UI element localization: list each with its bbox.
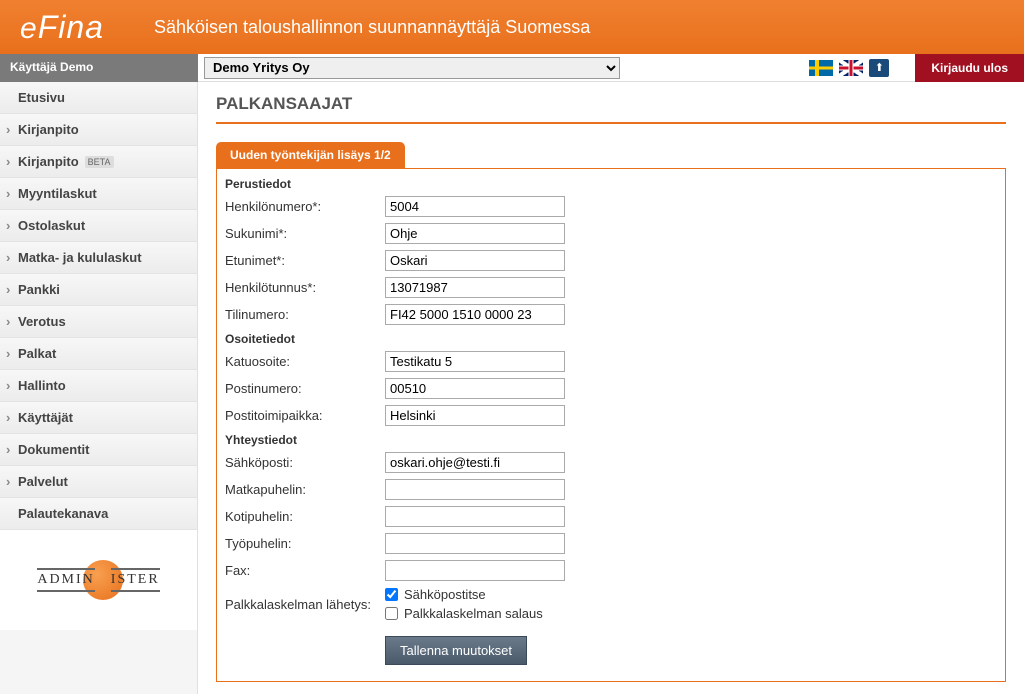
sidebar-item-label: Kirjanpito [18, 154, 79, 169]
sidebar-item-13[interactable]: Palautekanava [0, 498, 197, 530]
user-info: Käyttäjä Demo [0, 54, 198, 82]
input-katuosoite[interactable] [385, 351, 565, 372]
sidebar-item-11[interactable]: Dokumentit [0, 434, 197, 466]
checkbox-salaus[interactable] [385, 607, 398, 620]
sidebar-item-1[interactable]: Kirjanpito [0, 114, 197, 146]
checkbox-salaus-label[interactable]: Palkkalaskelman salaus [385, 606, 543, 621]
input-fax[interactable] [385, 560, 565, 581]
sidebar-item-8[interactable]: Palkat [0, 338, 197, 370]
sidebar-item-2[interactable]: Kirjanpito BETA [0, 146, 197, 178]
label-katuosoite: Katuosoite: [225, 354, 385, 369]
sidebar-item-label: Pankki [18, 282, 60, 297]
label-postinumero: Postinumero: [225, 381, 385, 396]
sidebar-item-12[interactable]: Palvelut [0, 466, 197, 498]
section-osoitetiedot: Osoitetiedot [225, 328, 997, 348]
topbar: Käyttäjä Demo Demo Yritys Oy ⬆ Kirjaudu … [0, 54, 1024, 82]
sidebar-item-4[interactable]: Ostolaskut [0, 210, 197, 242]
label-tilinumero: Tilinumero: [225, 307, 385, 322]
page-title: PALKANSAAJAT [216, 94, 1006, 124]
sidebar-item-label: Palkat [18, 346, 56, 361]
tab-add-employee[interactable]: Uuden työntekijän lisäys 1/2 [216, 142, 405, 168]
input-sahkoposti[interactable] [385, 452, 565, 473]
label-palkkalaskelman: Palkkalaskelman lähetys: [225, 597, 385, 612]
label-henkilonumero: Henkilönumero*: [225, 199, 385, 214]
flag-uk-icon[interactable] [839, 60, 863, 76]
form-panel: Perustiedot Henkilönumero*: Sukunimi*: E… [216, 168, 1006, 682]
sidebar-item-label: Hallinto [18, 378, 66, 393]
input-henkilotunnus[interactable] [385, 277, 565, 298]
sidebar-item-label: Käyttäjät [18, 410, 73, 425]
label-tyopuhelin: Työpuhelin: [225, 536, 385, 551]
sidebar-footer: ADMIN ISTER [0, 530, 197, 630]
input-tilinumero[interactable] [385, 304, 565, 325]
input-postitoimipaikka[interactable] [385, 405, 565, 426]
label-fax: Fax: [225, 563, 385, 578]
beta-badge: BETA [85, 156, 114, 168]
sidebar-item-label: Ostolaskut [18, 218, 85, 233]
label-kotipuhelin: Kotipuhelin: [225, 509, 385, 524]
label-sahkoposti: Sähköposti: [225, 455, 385, 470]
up-button[interactable]: ⬆ [869, 59, 889, 77]
input-kotipuhelin[interactable] [385, 506, 565, 527]
sidebar-item-7[interactable]: Verotus [0, 306, 197, 338]
sidebar-item-label: Verotus [18, 314, 66, 329]
label-matkapuhelin: Matkapuhelin: [225, 482, 385, 497]
input-sukunimi[interactable] [385, 223, 565, 244]
sidebar-item-label: Kirjanpito [18, 122, 79, 137]
sidebar-item-label: Myyntilaskut [18, 186, 97, 201]
sidebar: Etusivu Kirjanpito Kirjanpito BETA Myyntilas… [0, 82, 198, 694]
input-etunimet[interactable] [385, 250, 565, 271]
sidebar-item-label: Matka- ja kululaskut [18, 250, 142, 265]
flag-sweden-icon[interactable] [809, 60, 833, 76]
administer-logo: ADMIN ISTER [37, 560, 159, 600]
section-perustiedot: Perustiedot [225, 173, 997, 193]
section-yhteystiedot: Yhteystiedot [225, 429, 997, 449]
sidebar-item-10[interactable]: Käyttäjät [0, 402, 197, 434]
sidebar-item-9[interactable]: Hallinto [0, 370, 197, 402]
sidebar-item-6[interactable]: Pankki [0, 274, 197, 306]
sidebar-item-3[interactable]: Myyntilaskut [0, 178, 197, 210]
label-henkilotunnus: Henkilötunnus*: [225, 280, 385, 295]
logout-button[interactable]: Kirjaudu ulos [915, 54, 1024, 82]
input-tyopuhelin[interactable] [385, 533, 565, 554]
checkbox-sahkopostitse[interactable] [385, 588, 398, 601]
main-content: PALKANSAAJAT Uuden työntekijän lisäys 1/… [198, 82, 1024, 694]
sidebar-item-5[interactable]: Matka- ja kululaskut [0, 242, 197, 274]
save-button[interactable]: Tallenna muutokset [385, 636, 527, 665]
label-etunimet: Etunimet*: [225, 253, 385, 268]
sidebar-item-label: Etusivu [18, 90, 65, 105]
input-matkapuhelin[interactable] [385, 479, 565, 500]
sidebar-item-label: Palvelut [18, 474, 68, 489]
checkbox-sahkopostitse-label[interactable]: Sähköpostitse [385, 587, 543, 602]
app-header: eFina Sähköisen taloushallinnon suunnann… [0, 0, 1024, 54]
label-sukunimi: Sukunimi*: [225, 226, 385, 241]
app-tagline: Sähköisen taloushallinnon suunnannäyttäj… [154, 17, 590, 38]
input-henkilonumero[interactable] [385, 196, 565, 217]
input-postinumero[interactable] [385, 378, 565, 399]
sidebar-item-0[interactable]: Etusivu [0, 82, 197, 114]
app-logo: eFina [20, 9, 104, 46]
company-select[interactable]: Demo Yritys Oy [204, 57, 620, 79]
sidebar-item-label: Palautekanava [18, 506, 108, 521]
label-postitoimipaikka: Postitoimipaikka: [225, 408, 385, 423]
sidebar-item-label: Dokumentit [18, 442, 90, 457]
